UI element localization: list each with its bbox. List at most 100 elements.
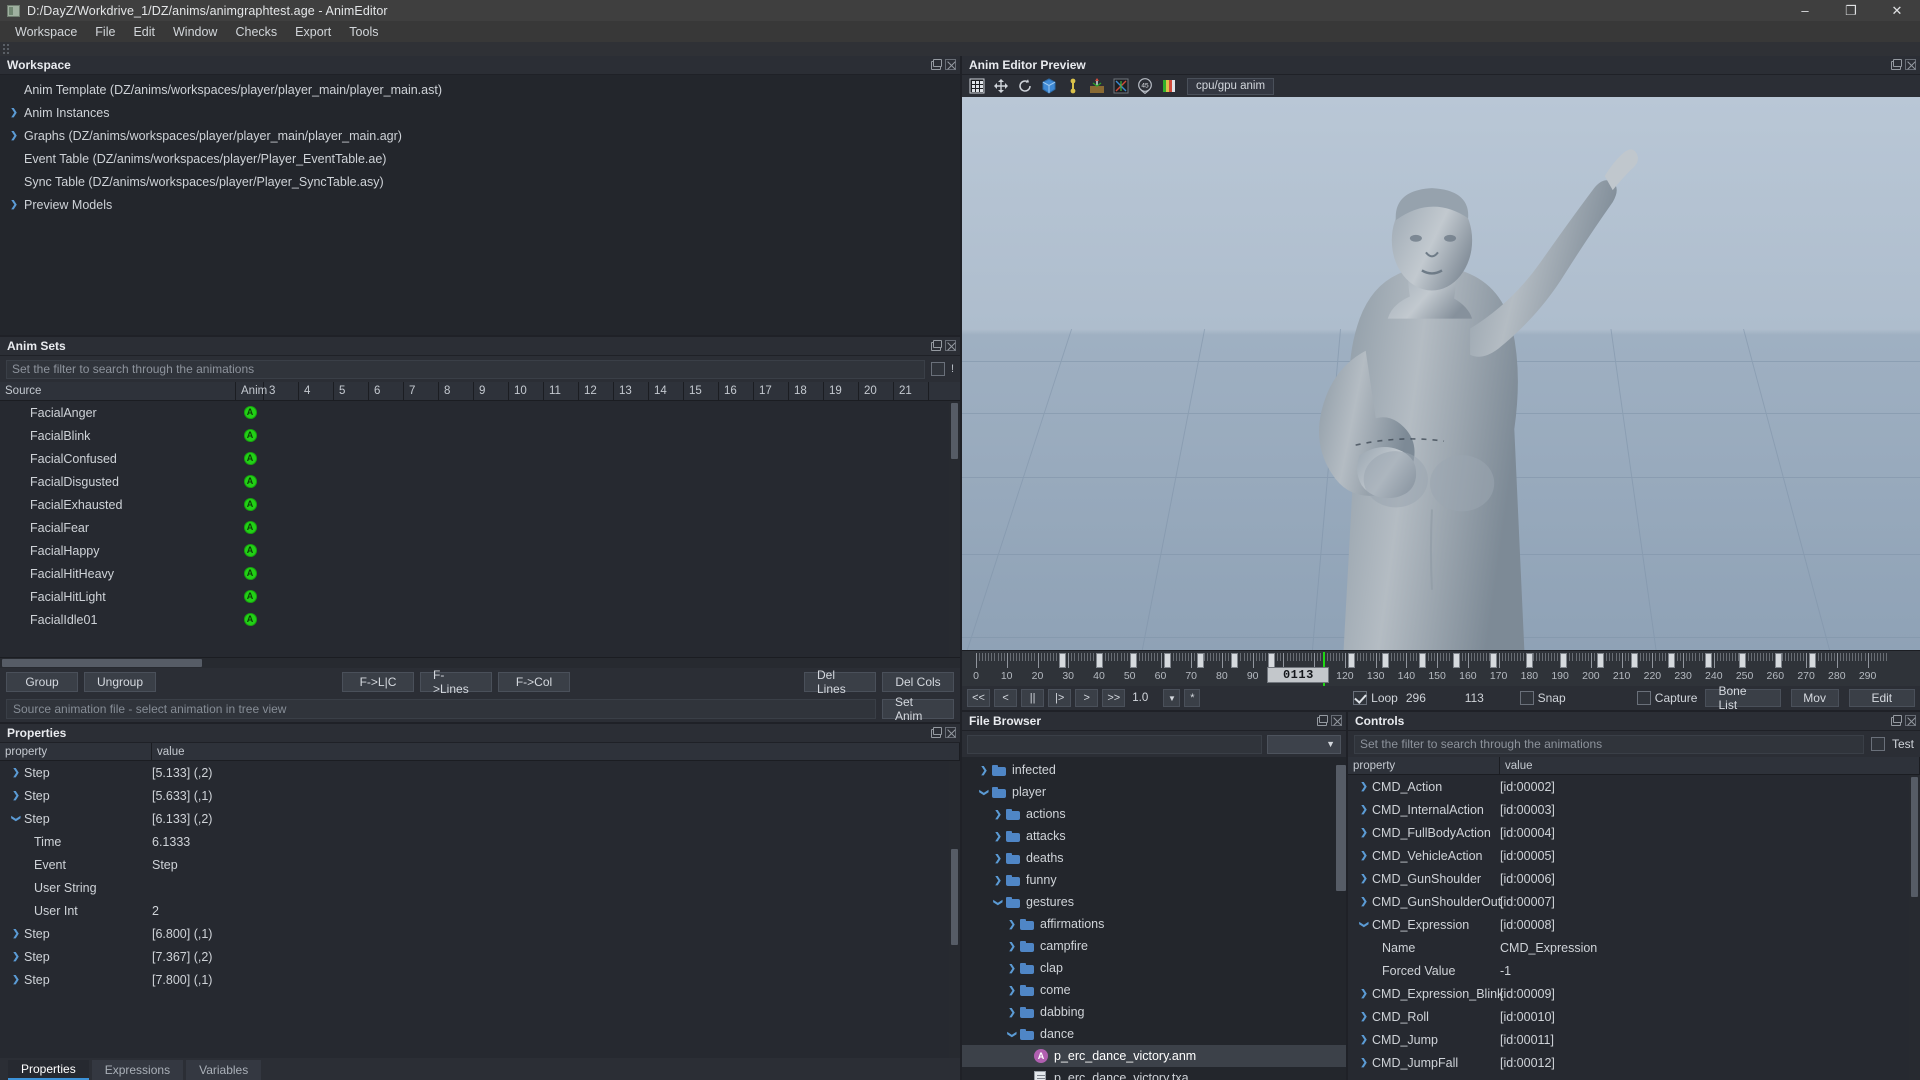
keyframe-marker[interactable] [1809,653,1817,668]
column-header-16[interactable]: 16 [719,382,754,400]
keyframe-marker[interactable] [1197,653,1205,668]
chevron-right-icon[interactable] [1004,963,1020,974]
controls-row[interactable]: CMD_Expression_Blink[id:00009] [1348,982,1920,1005]
skip-forward-button[interactable]: >> [1102,689,1126,707]
preview-close-icon[interactable] [1905,59,1916,70]
timeline-ruler[interactable]: 0102030405060708090100110120130140150160… [962,650,1920,686]
pause-button[interactable]: || [1021,689,1045,707]
chevron-right-icon[interactable] [1356,1057,1372,1068]
file-browser-folder-row[interactable]: infected [962,759,1346,781]
keyframe-marker[interactable] [1597,653,1605,668]
anim-badge-icon[interactable]: A [236,521,264,534]
chevron-right-icon[interactable] [8,790,24,801]
total-frames-field[interactable]: 296 [1401,689,1457,707]
controls-row[interactable]: CMD_Action [id:00002] [1348,775,1920,798]
chevron-right-icon[interactable] [990,853,1006,864]
anim-badge-icon[interactable]: A [236,475,264,488]
anim-sets-close-icon[interactable] [945,340,956,351]
column-header-11[interactable]: 11 [544,382,579,400]
keyframe-marker[interactable] [1381,653,1389,668]
controls-row[interactable]: CMD_VehicleAction [id:00005] [1348,844,1920,867]
file-browser-folder-row[interactable]: dabbing [962,1001,1346,1023]
axis-icon[interactable] [1111,77,1130,96]
keyframe-marker[interactable] [1526,653,1534,668]
snap-checkbox[interactable] [1519,691,1534,705]
keyframe-marker[interactable] [1489,653,1497,668]
file-browser-file-row[interactable]: p_erc_dance_victory.txa [962,1067,1346,1080]
drag-handle-icon[interactable] [3,43,13,55]
anim-badge-icon[interactable]: A [236,567,264,580]
menu-item-workspace[interactable]: Workspace [6,23,86,41]
workspace-item-sync-table[interactable]: Sync Table (DZ/anims/workspaces/player/P… [0,170,960,193]
property-row[interactable]: Step [5.133] (,2) [0,761,960,784]
column-header-4[interactable]: 4 [299,382,334,400]
chevron-right-icon[interactable] [8,928,24,939]
property-row[interactable]: Step [7.800] (,1) [0,968,960,991]
skip-back-button[interactable]: << [967,689,991,707]
properties-vertical-scrollbar[interactable] [949,761,960,1058]
controls-row[interactable]: CMD_JumpFall [id:00012] [1348,1051,1920,1074]
controls-row[interactable]: CMD_InternalAction [id:00003] [1348,798,1920,821]
test-checkbox[interactable] [1870,737,1885,751]
workspace-item-event-table[interactable]: Event Table (DZ/anims/workspaces/player/… [0,147,960,170]
chevron-right-icon[interactable] [6,107,22,118]
controls-float-icon[interactable] [1890,715,1902,726]
keyframe-marker[interactable] [1129,653,1137,668]
play-frame-button[interactable]: |> [1048,689,1072,707]
anim-badge-icon[interactable]: A [236,544,264,557]
minimize-button[interactable]: – [1782,0,1828,21]
keyframe-marker[interactable] [1775,653,1783,668]
rotate-icon[interactable] [1015,77,1034,96]
f-to-lc-button[interactable]: F->L|C [342,672,414,692]
chevron-right-icon[interactable] [1356,988,1372,999]
file-browser-file-row[interactable]: Ap_erc_dance_victory.anm [962,1045,1346,1067]
anim-sets-vertical-scrollbar[interactable] [949,401,960,657]
controls-row[interactable]: CMD_Jump [id:00011] [1348,1028,1920,1051]
cpu-gpu-anim-button[interactable]: cpu/gpu anim [1187,77,1275,95]
preview-float-icon[interactable] [1890,59,1902,70]
table-row[interactable]: FacialHitHeavy A [0,562,960,585]
chevron-right-icon[interactable] [1356,804,1372,815]
property-row[interactable]: Event Step [0,853,960,876]
chevron-right-icon[interactable] [1004,985,1020,996]
keyframe-marker[interactable] [1096,653,1103,668]
table-row[interactable]: FacialHappy A [0,539,960,562]
anim-sets-filter-input[interactable]: Set the filter to search through the ani… [6,359,925,379]
chevron-down-icon[interactable] [1356,919,1372,930]
cube-icon[interactable] [1039,77,1058,96]
controls-row[interactable]: CMD_FullBodyAction [id:00004] [1348,821,1920,844]
controls-row[interactable]: CMD_GunShoulder [id:00006] [1348,867,1920,890]
column-header-20[interactable]: 20 [859,382,894,400]
keyframe-marker[interactable] [1059,653,1067,668]
column-header-property[interactable]: property [0,743,152,760]
chevron-right-icon[interactable] [990,875,1006,886]
keyframe-marker[interactable] [1452,653,1460,668]
file-browser-folder-row[interactable]: dance [962,1023,1346,1045]
column-header-15[interactable]: 15 [684,382,719,400]
current-frame-box[interactable]: 0113 [1267,667,1330,683]
workspace-item-graphs[interactable]: Graphs (DZ/anims/workspaces/player/playe… [0,124,960,147]
grid-icon[interactable] [967,77,986,96]
table-row[interactable]: FacialBlink A [0,424,960,447]
capture-toggle[interactable]: Capture [1636,691,1697,705]
chevron-right-icon[interactable] [990,809,1006,820]
chevron-right-icon[interactable] [990,831,1006,842]
file-browser-folder-row[interactable]: affirmations [962,913,1346,935]
snap-toggle[interactable]: Snap [1519,691,1566,705]
table-row[interactable]: FacialFear A [0,516,960,539]
step-forward-button[interactable]: > [1075,689,1099,707]
property-row[interactable]: Step [5.633] (,1) [0,784,960,807]
chevron-down-icon[interactable] [8,813,24,824]
workspace-item-preview-models[interactable]: Preview Models [0,193,960,216]
file-browser-folder-row[interactable]: attacks [962,825,1346,847]
file-browser-scrollbar[interactable] [1336,765,1346,891]
keyframe-marker[interactable] [1704,653,1712,668]
column-header-6[interactable]: 6 [369,382,404,400]
column-header-21[interactable]: 21 [894,382,929,400]
keyframe-marker[interactable] [1418,653,1426,668]
step-back-button[interactable]: < [994,689,1018,707]
column-header-18[interactable]: 18 [789,382,824,400]
file-browser-folder-row[interactable]: deaths [962,847,1346,869]
chevron-right-icon[interactable] [976,765,992,776]
bone-list-button[interactable]: Bone List [1705,684,1781,712]
